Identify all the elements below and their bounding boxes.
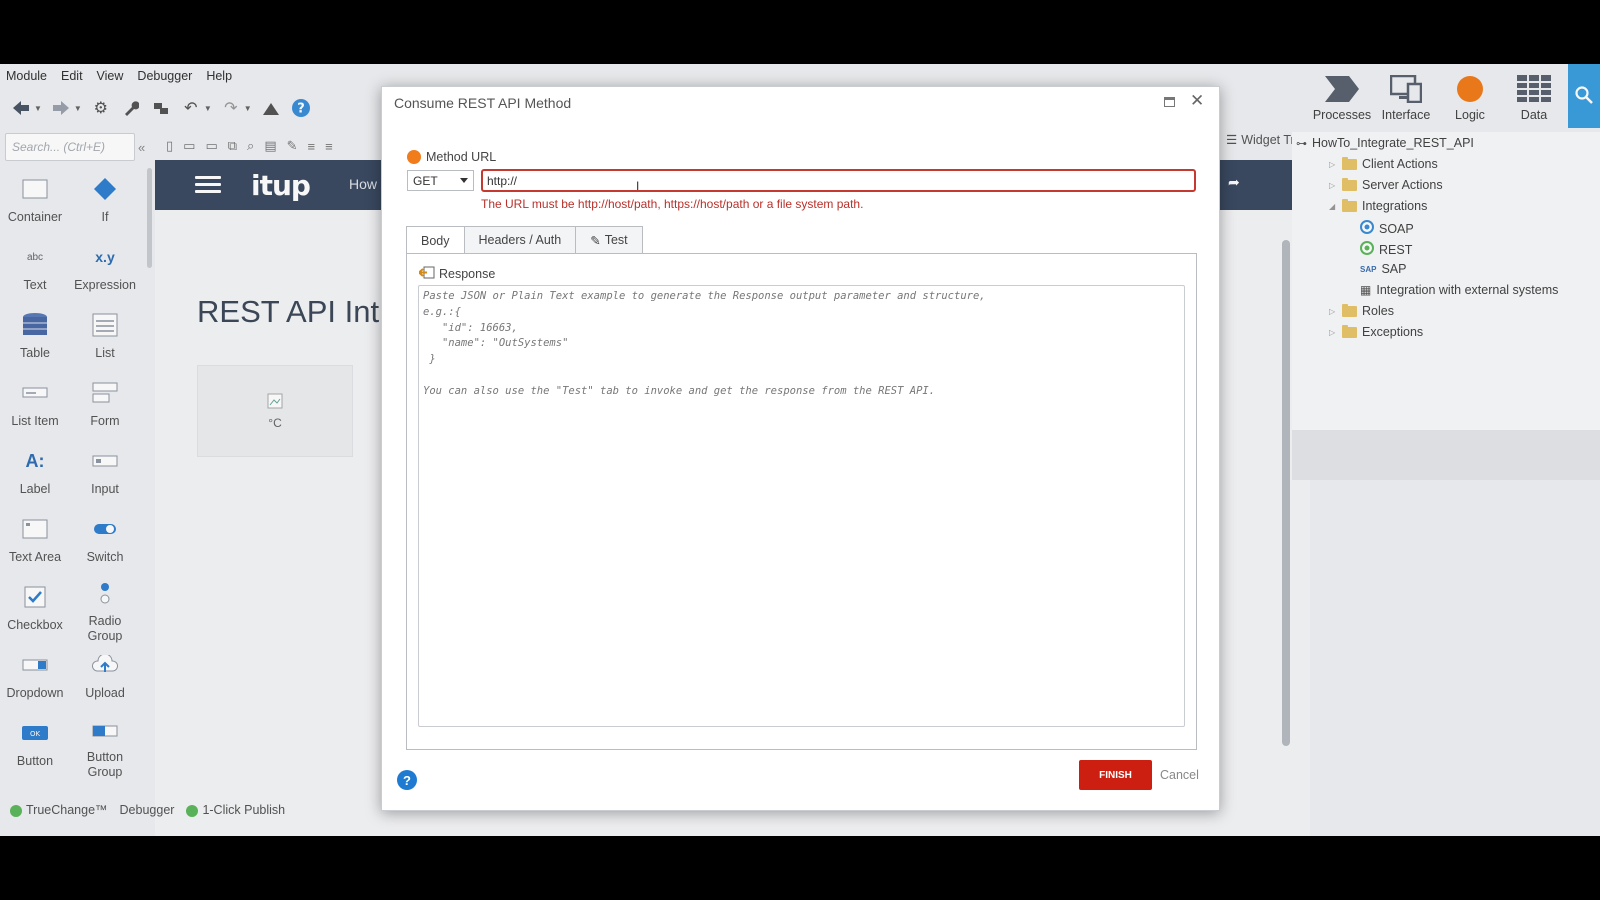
http-method-dropdown[interactable]: GET bbox=[407, 170, 474, 191]
tab-body[interactable]: Body bbox=[406, 226, 465, 254]
tab-headers-auth[interactable]: Headers / Auth bbox=[463, 226, 577, 253]
response-example-textarea[interactable]: Paste JSON or Plain Text example to gene… bbox=[418, 285, 1185, 727]
response-icon bbox=[417, 266, 435, 282]
response-label: Response bbox=[417, 266, 496, 282]
chevron-down-icon bbox=[460, 178, 468, 183]
dialog-tabs: Body Headers / Auth ✎ Test bbox=[406, 226, 643, 254]
edit-icon: ✎ bbox=[590, 233, 601, 248]
service-studio-window: Module Edit View Debugger Help ▼ ▼ ⚙ ↶ ▼… bbox=[0, 64, 1600, 836]
finish-button[interactable]: FINISH bbox=[1079, 760, 1152, 790]
url-input[interactable] bbox=[481, 169, 1196, 192]
method-url-label: Method URL bbox=[407, 150, 496, 164]
http-method-value: GET bbox=[413, 173, 438, 188]
tab-test[interactable]: ✎ Test bbox=[575, 226, 643, 253]
cancel-button[interactable]: Cancel bbox=[1160, 768, 1199, 782]
required-indicator-icon bbox=[407, 150, 421, 164]
body-tab-panel: Response Paste JSON or Plain Text exampl… bbox=[406, 253, 1197, 750]
tab-test-label: Test bbox=[604, 233, 628, 247]
method-url-text: Method URL bbox=[426, 150, 497, 164]
help-icon[interactable]: ? bbox=[397, 770, 417, 790]
close-icon[interactable]: ✕ bbox=[1190, 91, 1204, 111]
consume-rest-api-dialog: Consume REST API Method ✕ Method URL GET… bbox=[381, 86, 1220, 811]
text-cursor-icon: I bbox=[636, 179, 640, 193]
dialog-title: Consume REST API Method bbox=[394, 95, 572, 111]
maximize-icon[interactable] bbox=[1164, 97, 1175, 107]
url-error-message: The URL must be http://host/path, https:… bbox=[481, 197, 864, 211]
response-label-text: Response bbox=[439, 267, 496, 281]
